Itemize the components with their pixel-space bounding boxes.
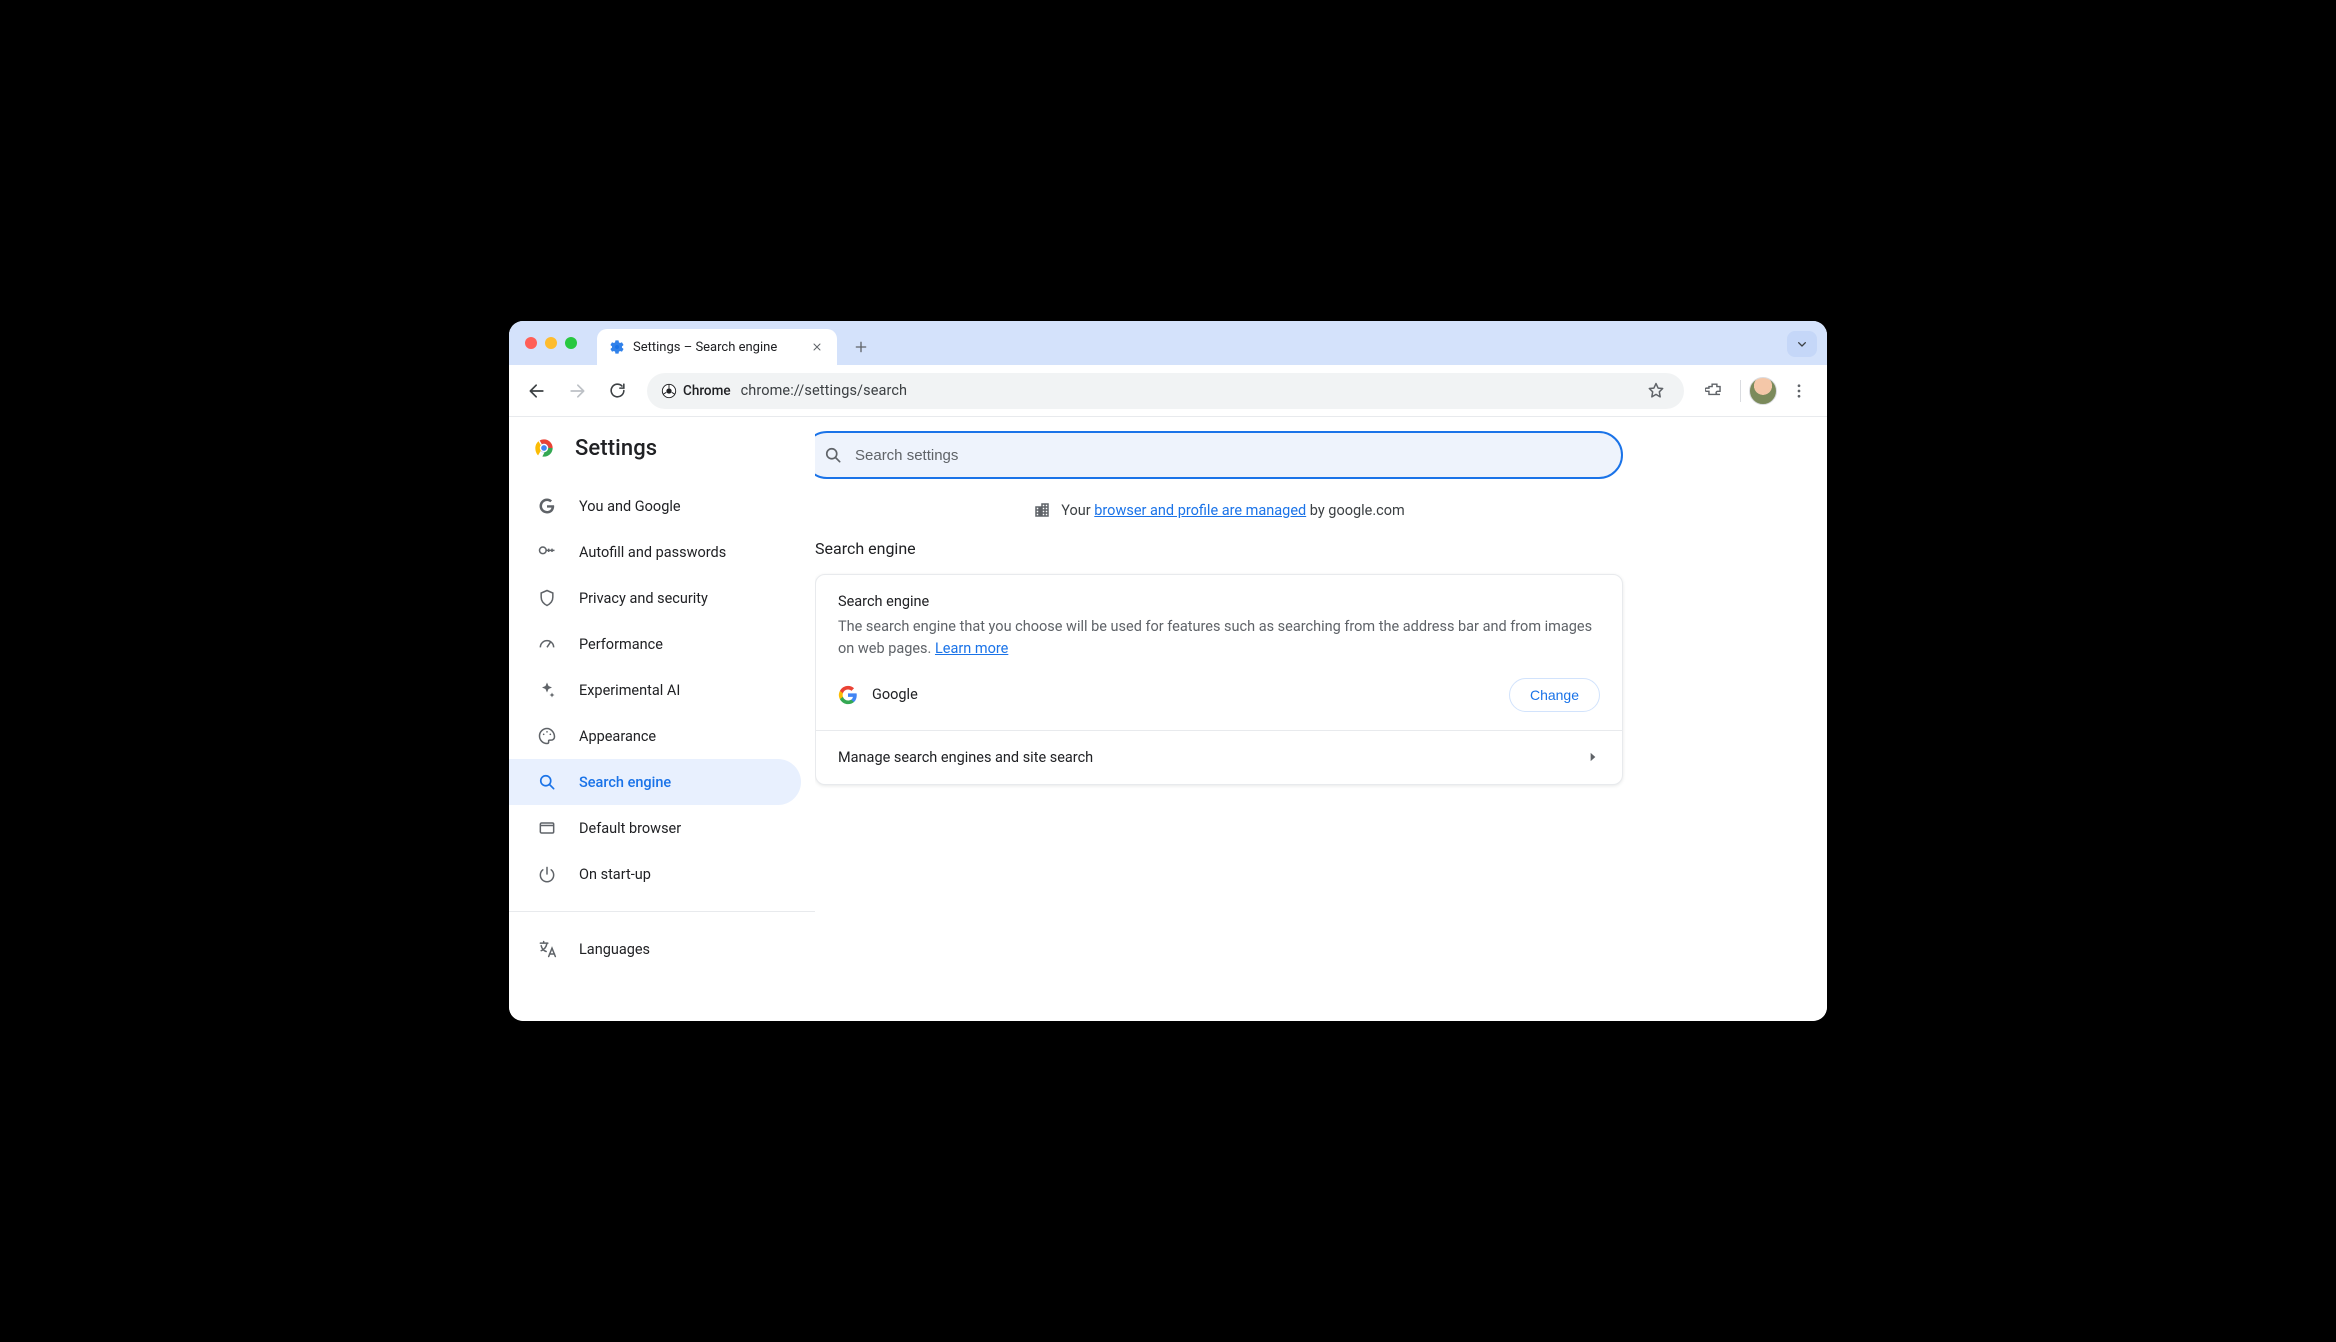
key-icon [537,542,557,562]
nav-on-startup[interactable]: On start-up [509,851,801,897]
nav-label: Autofill and passwords [579,544,726,561]
current-engine-name: Google [872,686,918,703]
settings-gear-icon [609,339,625,355]
nav-search-engine[interactable]: Search engine [509,759,801,805]
nav-label: Performance [579,636,663,653]
nav-performance[interactable]: Performance [509,621,801,667]
search-icon [823,445,843,465]
managed-notice: Your browser and profile are managed by … [815,501,1623,519]
nav-label: Default browser [579,820,681,837]
learn-more-link[interactable]: Learn more [935,640,1008,657]
nav-label: Privacy and security [579,590,708,607]
tab-strip: Settings – Search engine [509,321,1827,365]
card-description: The search engine that you choose will b… [838,616,1600,660]
palette-icon [537,726,557,746]
search-engine-card: Search engine The search engine that you… [815,574,1623,785]
nav-appearance[interactable]: Appearance [509,713,801,759]
chrome-small-icon [661,383,677,399]
back-button[interactable] [519,373,555,409]
minimize-window-button[interactable] [545,337,557,349]
search-icon [537,772,557,792]
new-tab-button[interactable] [847,333,875,361]
manage-engines-label: Manage search engines and site search [838,749,1093,766]
browser-window: Settings – Search engine Chrome [509,321,1827,1021]
card-heading: Search engine [838,593,1600,610]
nav-experimental-ai[interactable]: Experimental AI [509,667,801,713]
nav-languages[interactable]: Languages [509,926,801,972]
close-window-button[interactable] [525,337,537,349]
reload-button[interactable] [599,373,635,409]
site-chip-label: Chrome [683,383,731,399]
power-icon [537,864,557,884]
google-favicon-icon [838,685,858,705]
change-button[interactable]: Change [1509,678,1600,712]
settings-nav: You and Google Autofill and passwords Pr… [509,483,815,897]
nav-label: On start-up [579,866,651,883]
nav-label: Experimental AI [579,682,680,699]
nav-you-and-google[interactable]: You and Google [509,483,801,529]
sidebar-title: Settings [575,436,657,461]
google-g-icon [537,496,557,516]
browser-window-icon [537,818,557,838]
nav-label: Languages [579,941,650,958]
tab-search-button[interactable] [1787,331,1817,357]
tab-title: Settings – Search engine [633,340,801,355]
settings-sidebar: Settings You and Google Autofill and pas… [509,417,815,1021]
chevron-right-icon [1586,750,1600,764]
address-bar[interactable]: Chrome chrome://settings/search [647,373,1684,409]
settings-nav-secondary: Languages [509,926,815,972]
search-engine-section: Search engine The search engine that you… [816,575,1622,730]
extensions-button[interactable] [1696,373,1732,409]
chrome-logo-icon [531,435,557,461]
translate-icon [537,939,557,959]
speedometer-icon [537,634,557,654]
fullscreen-window-button[interactable] [565,337,577,349]
managed-text: Your browser and profile are managed by … [1061,502,1405,519]
domain-icon [1033,501,1051,519]
bookmark-star-icon[interactable] [1642,377,1670,405]
section-title: Search engine [815,539,1787,558]
chrome-menu-button[interactable] [1781,373,1817,409]
nav-label: You and Google [579,498,681,515]
window-controls [525,321,577,365]
sidebar-header: Settings [509,417,815,479]
close-tab-button[interactable] [809,339,825,355]
forward-button[interactable] [559,373,595,409]
settings-search-box[interactable] [815,431,1623,479]
nav-autofill[interactable]: Autofill and passwords [509,529,801,575]
toolbar-divider [1740,380,1741,402]
browser-tab[interactable]: Settings – Search engine [597,329,837,365]
nav-default-browser[interactable]: Default browser [509,805,801,851]
manage-engines-row[interactable]: Manage search engines and site search [816,730,1622,784]
url-text: chrome://settings/search [741,382,908,399]
profile-avatar[interactable] [1749,377,1777,405]
site-chip: Chrome [661,383,731,399]
nav-label: Appearance [579,728,656,745]
sparkle-icon [537,680,557,700]
managed-link[interactable]: browser and profile are managed [1094,502,1306,519]
shield-icon [537,588,557,608]
settings-search-input[interactable] [855,447,1603,464]
settings-content: Settings You and Google Autofill and pas… [509,417,1827,1021]
nav-privacy[interactable]: Privacy and security [509,575,801,621]
settings-main: Your browser and profile are managed by … [815,417,1827,1021]
nav-label: Search engine [579,774,671,791]
toolbar: Chrome chrome://settings/search [509,365,1827,417]
current-engine-row: Google Change [838,678,1600,712]
nav-divider [509,911,815,912]
